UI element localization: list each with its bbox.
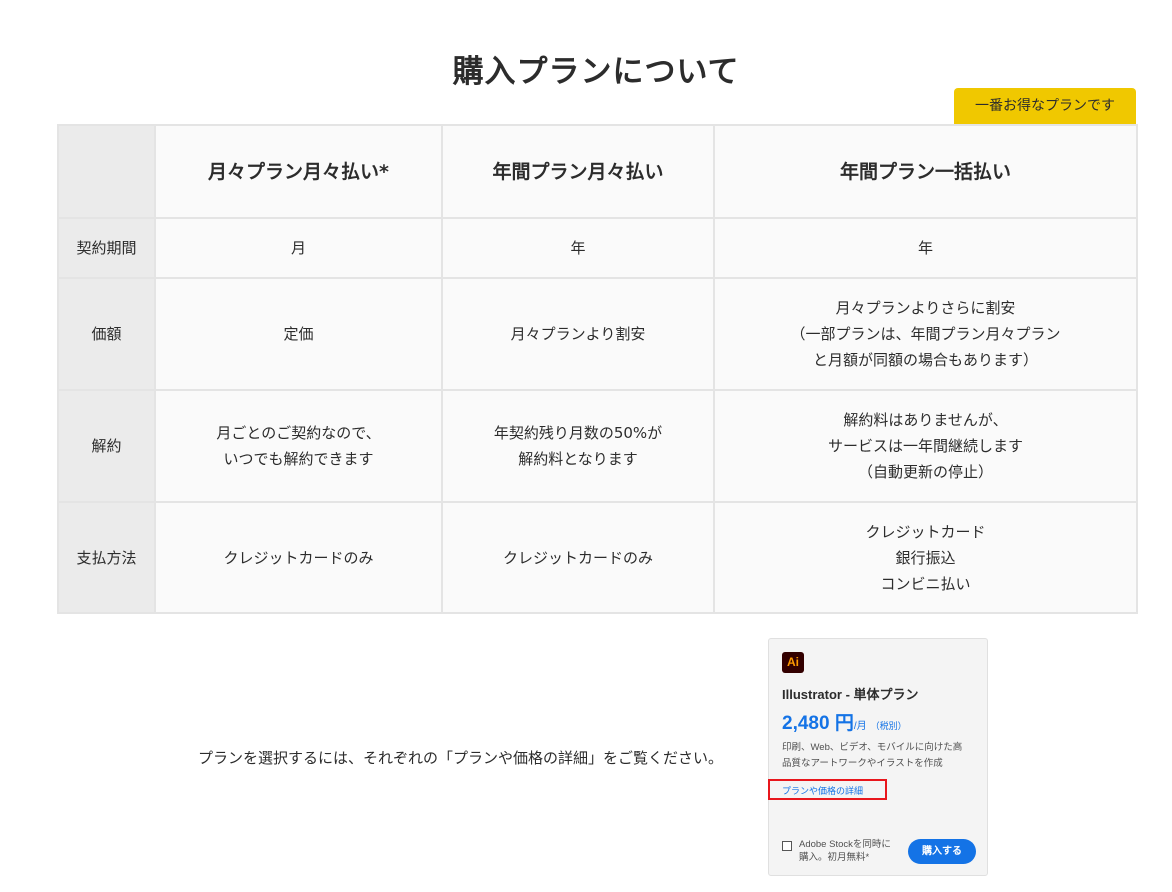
product-price: 2,480 円/月 （税別） <box>782 708 907 735</box>
header-annual-prepaid: 年間プラン一括払い <box>713 124 1138 219</box>
table-cell: クレジットカード 銀行振込 コンビニ払い <box>713 501 1138 614</box>
table-corner-cell <box>57 124 156 219</box>
table-row-cancellation: 解約 月ごとのご契約なので、 いつでも解約できます 年契約残り月数の50%が 解… <box>57 389 1138 503</box>
row-label: 解約 <box>57 389 156 503</box>
plan-comparison-table: 月々プラン月々払い* 年間プラン月々払い 年間プラン一括払い 契約期間 月 年 … <box>57 124 1138 614</box>
table-cell: 月 <box>154 217 443 279</box>
buy-button[interactable]: 購入する <box>908 839 976 864</box>
row-label: 支払方法 <box>57 501 156 614</box>
row-label: 価額 <box>57 277 156 391</box>
header-annual-monthly: 年間プラン月々払い <box>441 124 715 219</box>
table-header-row: 月々プラン月々払い* 年間プラン月々払い 年間プラン一括払い <box>57 124 1138 219</box>
header-monthly-monthly: 月々プラン月々払い* <box>154 124 443 219</box>
adobe-stock-label: Adobe Stockを同時に 購入。初月無料* <box>799 839 891 863</box>
best-value-badge: 一番お得なプランです <box>954 88 1136 124</box>
table-cell: 解約料はありませんが、 サービスは一年間継続します （自動更新の停止） <box>713 389 1138 503</box>
instruction-text: プランを選択するには、それぞれの「プランや価格の詳細」をご覧ください。 <box>198 749 724 767</box>
table-row-contract-period: 契約期間 月 年 年 <box>57 217 1138 279</box>
price-period: /月 <box>853 721 867 732</box>
table-cell: 年契約残り月数の50%が 解約料となります <box>441 389 715 503</box>
table-cell: 月々プランよりさらに割安 （一部プランは、年間プラン月々プラン と月額が同額の場… <box>713 277 1138 391</box>
row-label: 契約期間 <box>57 217 156 279</box>
price-tax-note: （税別） <box>870 721 907 731</box>
table-cell: クレジットカードのみ <box>441 501 715 614</box>
product-card-screenshot: Ai Illustrator - 単体プラン 2,480 円/月 （税別） 印刷、… <box>768 638 988 876</box>
table-row-price: 価額 定価 月々プランより割安 月々プランよりさらに割安 （一部プランは、年間プ… <box>57 277 1138 391</box>
price-amount: 2,480 円 <box>782 713 854 734</box>
table-row-payment-method: 支払方法 クレジットカードのみ クレジットカードのみ クレジットカード 銀行振込… <box>57 501 1138 614</box>
table-cell: 年 <box>713 217 1138 279</box>
product-description: 印刷、Web、ビデオ、モバイルに向けた高 品質なアートワークやイラストを作成 <box>782 742 963 769</box>
product-title: Illustrator - 単体プラン <box>782 687 919 702</box>
illustrator-app-icon: Ai <box>782 652 804 673</box>
table-cell: 月ごとのご契約なので、 いつでも解約できます <box>154 389 443 503</box>
table-cell: クレジットカードのみ <box>154 501 443 614</box>
table-cell: 定価 <box>154 277 443 391</box>
plan-details-link[interactable]: プランや価格の詳細 <box>782 784 863 797</box>
adobe-stock-checkbox[interactable] <box>782 841 792 851</box>
table-cell: 月々プランより割安 <box>441 277 715 391</box>
page-title: 購入プランについて <box>452 54 740 90</box>
table-cell: 年 <box>441 217 715 279</box>
